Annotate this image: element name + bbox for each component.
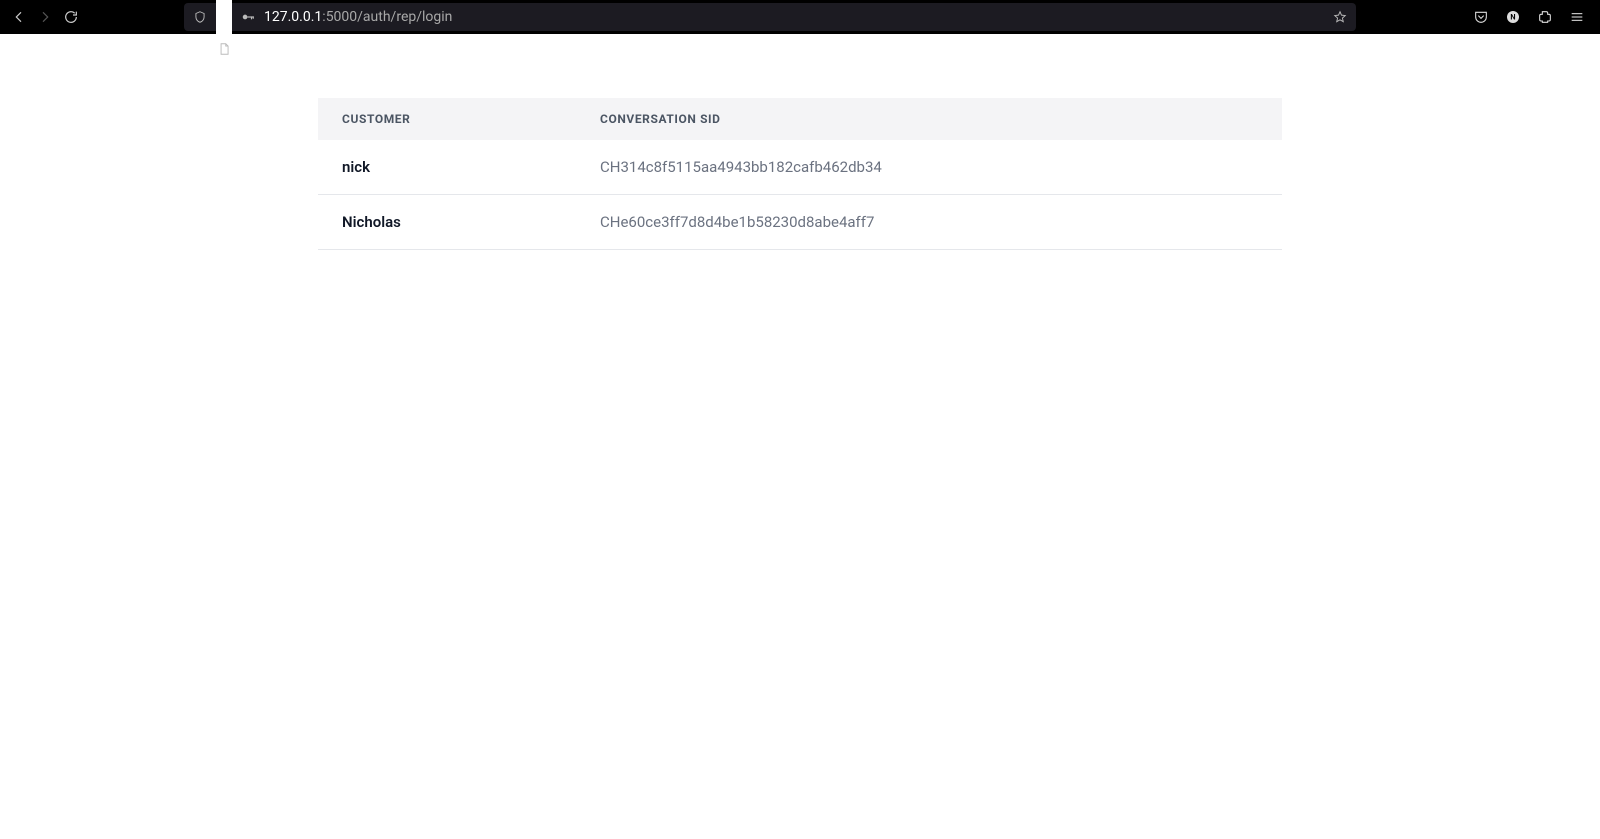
url-path: :5000/auth/rep/login	[322, 9, 452, 25]
forward-icon[interactable]	[36, 8, 54, 26]
url-host: 127.0.0.1	[264, 9, 322, 25]
url-text: 127.0.0.1:5000/auth/rep/login	[264, 9, 1324, 25]
table-row[interactable]: nick CH314c8f5115aa4943bb182cafb462db34	[318, 140, 1282, 195]
sid-cell: CHe60ce3ff7d8d4be1b58230d8abe4aff7	[576, 195, 1282, 250]
table-header-row: CUSTOMER CONVERSATION SID	[318, 98, 1282, 140]
bookmark-star-icon[interactable]	[1332, 9, 1348, 25]
customer-cell: nick	[318, 140, 576, 195]
menu-icon[interactable]	[1568, 8, 1586, 26]
back-icon[interactable]	[10, 8, 28, 26]
customer-cell: Nicholas	[318, 195, 576, 250]
browser-toolbar: 127.0.0.1:5000/auth/rep/login N	[0, 0, 1600, 34]
extensions-icon[interactable]	[1536, 8, 1554, 26]
page-info-icon[interactable]	[216, 0, 232, 49]
shield-icon[interactable]	[192, 9, 208, 25]
password-key-icon[interactable]	[240, 9, 256, 25]
account-icon[interactable]: N	[1504, 8, 1522, 26]
table-row[interactable]: Nicholas CHe60ce3ff7d8d4be1b58230d8abe4a…	[318, 195, 1282, 250]
address-bar[interactable]: 127.0.0.1:5000/auth/rep/login	[184, 3, 1356, 31]
header-sid: CONVERSATION SID	[576, 98, 1282, 140]
toolbar-right-icons: N	[1472, 8, 1586, 26]
reload-icon[interactable]	[62, 8, 80, 26]
pocket-icon[interactable]	[1472, 8, 1490, 26]
svg-text:N: N	[1510, 13, 1515, 22]
header-customer: CUSTOMER	[318, 98, 576, 140]
page-content: CUSTOMER CONVERSATION SID nick CH314c8f5…	[0, 34, 1600, 250]
content-container: CUSTOMER CONVERSATION SID nick CH314c8f5…	[318, 98, 1282, 250]
sid-cell: CH314c8f5115aa4943bb182cafb462db34	[576, 140, 1282, 195]
nav-buttons	[10, 8, 80, 26]
conversations-table: CUSTOMER CONVERSATION SID nick CH314c8f5…	[318, 98, 1282, 250]
